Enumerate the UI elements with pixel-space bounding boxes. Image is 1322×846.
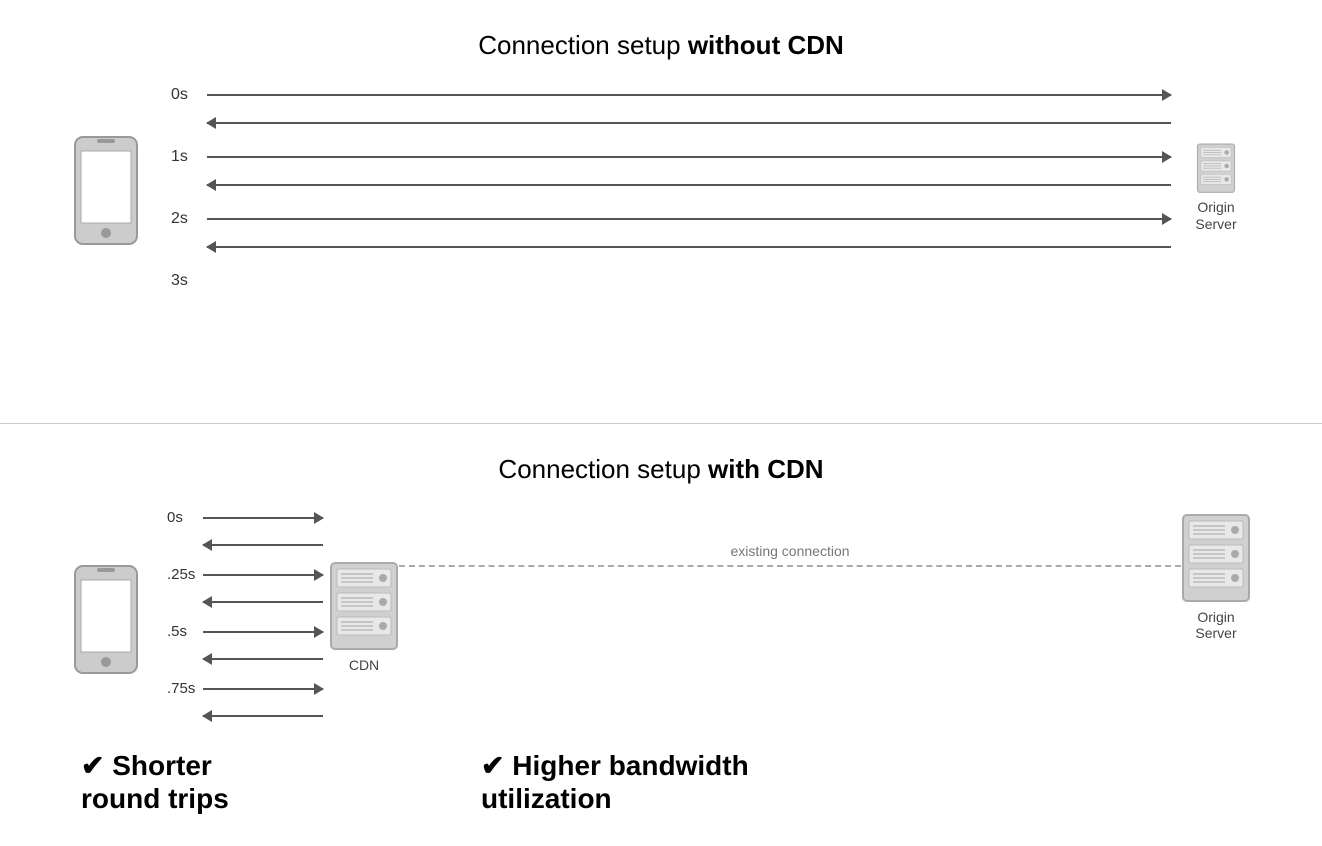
arrow-left-1 [207, 184, 1171, 186]
origin-server-bottom-label: OriginServer [1195, 609, 1236, 643]
benefit-higher-bandwidth: ✔ Higher bandwidth utilization [451, 749, 1251, 816]
dotted-line [399, 565, 1181, 567]
cdn-row-0-ret [167, 530, 323, 560]
origin-server-bottom-area: OriginServer [1181, 503, 1251, 643]
bottom-left-area: 0s .25s .5s [71, 503, 399, 731]
bottom-diagram: 0s .25s .5s [71, 503, 1251, 731]
phone-icon-bottom [71, 562, 141, 672]
cdn-label: CDN [349, 657, 379, 673]
cdn-arrow-right-0 [203, 517, 323, 519]
arrow-right-2 [207, 218, 1171, 220]
time-row-3s: 3s [171, 265, 1171, 297]
cdn-row-5-ret [167, 644, 323, 674]
cdn-server-area: CDN [329, 561, 399, 673]
cdn-arrow-right-25 [203, 574, 323, 576]
time-row-1s-return [171, 169, 1171, 201]
bottom-benefits: ✔ Shorter round trips ✔ Higher bandwidth… [71, 749, 1251, 816]
cdn-row-75: .75s [167, 674, 323, 704]
middle-connection: existing connection [399, 503, 1181, 567]
benefit-shorter-trips: ✔ Shorter round trips [71, 749, 451, 816]
cdn-arrow-left-75 [203, 715, 323, 717]
cdn-arrow-left-5 [203, 658, 323, 660]
arrow-left-0 [207, 122, 1171, 124]
cdn-row-25-ret [167, 587, 323, 617]
cdn-row-0: 0s [167, 503, 323, 533]
arrow-right-0 [207, 94, 1171, 96]
cdn-arrow-right-5 [203, 631, 323, 633]
top-timeline: 0s 1s 2s [161, 79, 1181, 297]
existing-connection-label: existing connection [730, 543, 849, 559]
cdn-arrow-right-75 [203, 688, 323, 690]
arrow-left-2 [207, 246, 1171, 248]
top-section: Connection setup without CDN 0s [0, 0, 1322, 424]
arrow-right-1 [207, 156, 1171, 158]
origin-server-top: OriginServer [1181, 143, 1251, 233]
time-row-2s-return [171, 231, 1171, 263]
top-diagram: 0s 1s 2s [71, 79, 1251, 297]
cdn-row-75-ret [167, 701, 323, 731]
time-row-0s-return [171, 107, 1171, 139]
cdn-timeline: 0s .25s .5s [161, 503, 329, 731]
cdn-row-5: .5s [167, 617, 323, 647]
cdn-arrow-left-0 [203, 544, 323, 546]
cdn-arrow-left-25 [203, 601, 323, 603]
bottom-section: Connection setup with CDN 0s [0, 424, 1322, 846]
cdn-row-25: .25s [167, 560, 323, 590]
bottom-title: Connection setup with CDN [498, 454, 823, 485]
origin-server-top-label: OriginServer [1195, 199, 1236, 233]
phone-icon [71, 133, 141, 243]
top-title: Connection setup without CDN [478, 30, 844, 61]
